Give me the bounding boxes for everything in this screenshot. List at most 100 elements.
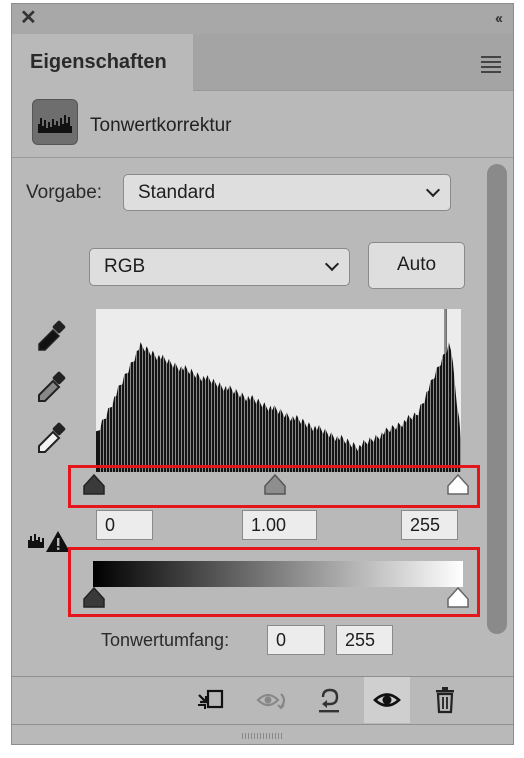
white-point-eyedropper-icon[interactable] xyxy=(34,421,70,457)
histogram-stripe xyxy=(343,309,344,472)
histogram-stripe xyxy=(262,309,263,472)
histogram-stripe xyxy=(151,309,152,472)
histogram-stripe xyxy=(184,309,185,472)
histogram-stripe xyxy=(415,309,416,472)
histogram-stripe xyxy=(442,309,443,472)
input-gamma-field[interactable]: 1.00 xyxy=(242,510,317,540)
histogram-stripe xyxy=(322,309,323,472)
delete-icon[interactable] xyxy=(430,685,460,715)
gray-point-eyedropper-icon[interactable] xyxy=(34,370,70,406)
histogram-stripe xyxy=(397,309,398,472)
input-black-field[interactable]: 0 xyxy=(96,510,153,540)
histogram-stripe xyxy=(160,309,161,472)
histogram-stripe xyxy=(226,309,227,472)
output-black-slider-handle[interactable] xyxy=(83,586,105,608)
histogram-stripe xyxy=(379,309,380,472)
histogram-stripe xyxy=(196,309,197,472)
histogram-stripe xyxy=(223,309,224,472)
reset-icon[interactable] xyxy=(314,685,344,715)
black-point-eyedropper-icon[interactable] xyxy=(34,319,70,355)
histogram-stripe xyxy=(118,309,119,472)
resize-grip[interactable] xyxy=(242,733,282,739)
histogram-stripe xyxy=(115,309,116,472)
histogram-stripe xyxy=(409,309,410,472)
histogram-stripe xyxy=(412,309,413,472)
histogram-stripe xyxy=(148,309,149,472)
histogram-stripe xyxy=(211,309,212,472)
input-white-field[interactable]: 255 xyxy=(401,510,458,540)
histogram-stripe xyxy=(319,309,320,472)
histogram-stripe xyxy=(301,309,302,472)
preset-select[interactable]: Standard xyxy=(123,174,451,211)
histogram-stripe xyxy=(241,309,242,472)
histogram-stripe xyxy=(133,309,134,472)
visibility-toggle[interactable] xyxy=(364,677,410,723)
output-gradient-bar xyxy=(93,561,463,587)
clip-to-layer-icon[interactable] xyxy=(196,685,226,715)
histogram-stripe xyxy=(124,309,125,472)
channel-select[interactable]: RGB xyxy=(89,248,350,286)
histogram-stripe xyxy=(295,309,296,472)
histogram-stripe xyxy=(190,309,191,472)
view-previous-state-icon[interactable] xyxy=(255,685,289,715)
histogram-stripe xyxy=(454,309,455,472)
histogram-stripe xyxy=(451,309,452,472)
histogram-stripe xyxy=(157,309,158,472)
histogram-stripe xyxy=(259,309,260,472)
input-black-slider-handle[interactable] xyxy=(83,473,105,495)
double-chevron-icon[interactable]: ‹‹ xyxy=(495,10,503,27)
tab-eigenschaften[interactable]: Eigenschaften xyxy=(12,34,193,91)
histogram-stripe xyxy=(382,309,383,472)
histogram-stripe xyxy=(130,309,131,472)
histogram-stripe xyxy=(163,309,164,472)
histogram-stripe xyxy=(178,309,179,472)
histogram-stripe xyxy=(385,309,386,472)
histogram-stripe xyxy=(346,309,347,472)
histogram-stripe xyxy=(298,309,299,472)
histogram-stripe xyxy=(352,309,353,472)
histogram-stripe xyxy=(256,309,257,472)
histogram-stripe xyxy=(271,309,272,472)
histogram-stripe xyxy=(217,309,218,472)
histogram-stripe xyxy=(430,309,431,472)
histogram-stripe xyxy=(349,309,350,472)
histogram-stripe xyxy=(331,309,332,472)
histogram-stripe xyxy=(328,309,329,472)
histogram-stripe xyxy=(280,309,281,472)
histogram-stripe xyxy=(193,309,194,472)
input-white-slider-handle[interactable] xyxy=(447,473,469,495)
input-gamma-slider-handle[interactable] xyxy=(264,473,286,495)
histogram-stripe xyxy=(112,309,113,472)
output-white-field[interactable]: 255 xyxy=(336,625,393,655)
histogram-stripe xyxy=(424,309,425,472)
histogram-stripe xyxy=(388,309,389,472)
histogram-stripe xyxy=(283,309,284,472)
histogram-stripe xyxy=(340,309,341,472)
histogram-stripe xyxy=(103,309,104,472)
close-icon[interactable]: ✕ xyxy=(20,8,37,28)
histogram-stripe xyxy=(109,309,110,472)
panel-menu-icon[interactable] xyxy=(481,56,501,76)
histogram-stripe xyxy=(286,309,287,472)
histogram-stripe xyxy=(445,309,446,472)
histogram-stripe xyxy=(304,309,305,472)
panel-footer xyxy=(12,676,513,725)
histogram-stripe xyxy=(208,309,209,472)
histogram-stripe xyxy=(232,309,233,472)
channel-value: RGB xyxy=(104,256,146,277)
auto-button[interactable]: Auto xyxy=(368,242,465,289)
histogram-stripe xyxy=(166,309,167,472)
histogram-stripe xyxy=(355,309,356,472)
histogram-stripe xyxy=(400,309,401,472)
scrollbar-thumb[interactable] xyxy=(487,164,507,634)
output-white-slider-handle[interactable] xyxy=(447,586,469,608)
histogram-stripe xyxy=(394,309,395,472)
output-black-field[interactable]: 0 xyxy=(267,625,325,655)
histogram-stripe xyxy=(169,309,170,472)
histogram-stripe xyxy=(457,309,458,472)
histogram-warning-icon[interactable] xyxy=(26,528,72,554)
histogram-stripe xyxy=(460,309,461,472)
histogram-stripe xyxy=(247,309,248,472)
scrollbar[interactable] xyxy=(487,164,507,634)
tab-label: Eigenschaften xyxy=(30,51,167,73)
